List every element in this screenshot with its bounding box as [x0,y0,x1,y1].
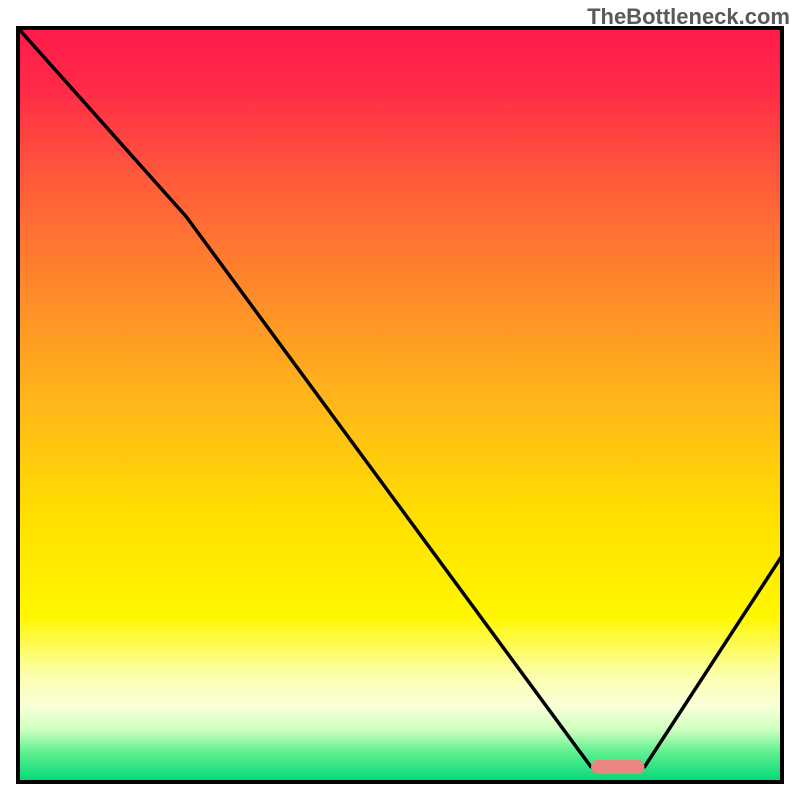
gradient-background [18,28,782,782]
chart-container: TheBottleneck.com [0,0,800,800]
optimal-range-marker [591,760,644,774]
bottleneck-chart [0,0,800,800]
watermark-label: TheBottleneck.com [587,4,790,30]
